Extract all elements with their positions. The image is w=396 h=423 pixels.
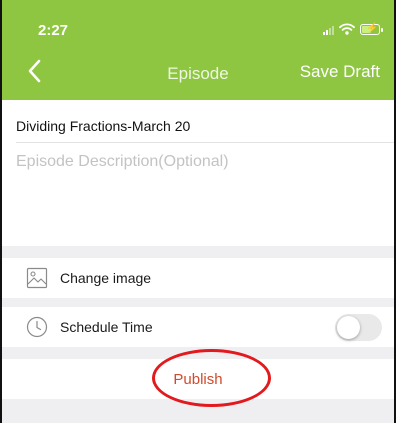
title-divider — [16, 142, 394, 143]
wifi-icon — [339, 23, 355, 35]
change-image-label: Change image — [60, 270, 152, 286]
phone-screen: 2:27 ⚡ Episode Save Draft Dividing Fract… — [0, 0, 396, 423]
schedule-time-row: Schedule Time — [2, 307, 394, 347]
publish-row: Publish — [2, 359, 394, 399]
image-icon — [26, 267, 48, 289]
change-image-row[interactable]: Change image — [2, 258, 394, 298]
schedule-time-toggle[interactable] — [335, 314, 382, 341]
signal-icon — [323, 23, 334, 35]
episode-description-input[interactable] — [16, 153, 382, 239]
episode-title-input[interactable] — [16, 118, 382, 134]
status-time: 2:27 — [38, 22, 69, 39]
bolt-icon: ⚡ — [366, 22, 379, 34]
save-draft-button[interactable]: Save Draft — [300, 62, 380, 82]
schedule-time-label: Schedule Time — [60, 319, 153, 335]
toggle-knob — [337, 316, 360, 339]
publish-button[interactable]: Publish — [2, 371, 394, 388]
app-header: 2:27 ⚡ Episode Save Draft — [2, 0, 394, 100]
clock-icon — [26, 316, 48, 338]
battery-charging-icon: ⚡ — [360, 22, 383, 35]
status-icons: ⚡ — [323, 21, 383, 37]
